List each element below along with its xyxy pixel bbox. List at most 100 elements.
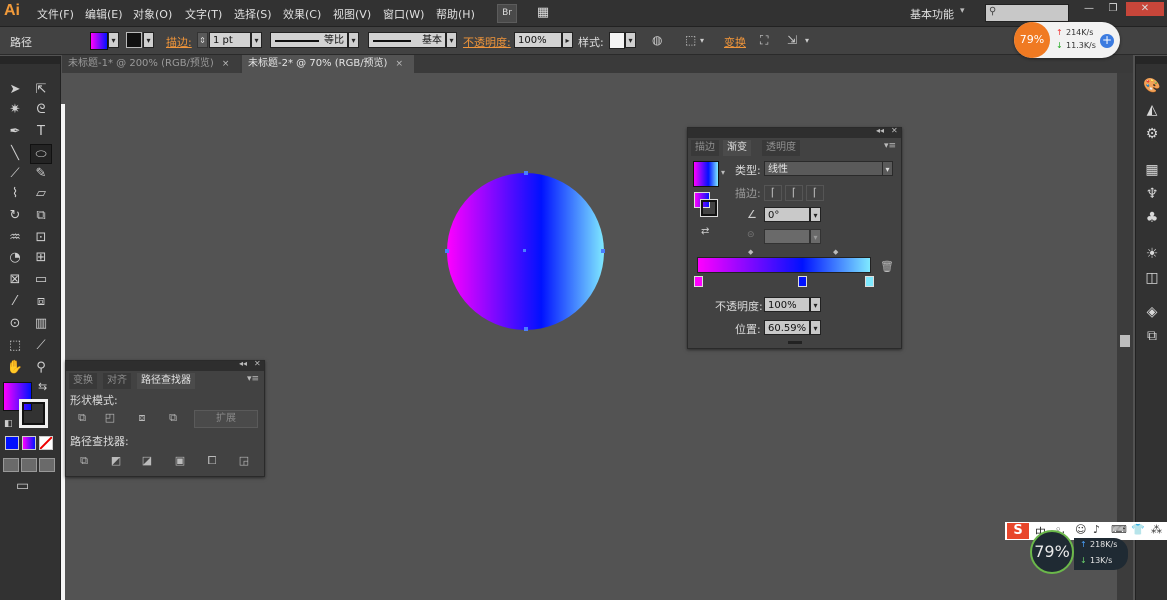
exclude-icon[interactable]: ⧉	[165, 411, 181, 425]
style-dropdown[interactable]: ▾	[625, 32, 636, 48]
perspective-grid-tool-icon[interactable]: ⊞	[30, 248, 52, 268]
stroke-mini-swatch[interactable]	[700, 199, 718, 217]
collapse-icon[interactable]: ◂◂	[876, 126, 884, 135]
rotate-tool-icon[interactable]: ↻	[4, 206, 26, 226]
stop-opacity-dropdown[interactable]: ▾	[810, 297, 821, 312]
close-button[interactable]: ✕	[1126, 2, 1164, 16]
search-input[interactable]: ⚲	[985, 4, 1069, 22]
direct-selection-tool-icon[interactable]: ⇱	[30, 80, 52, 100]
center-point[interactable]	[523, 249, 526, 252]
divide-icon[interactable]: ⧉	[76, 454, 92, 468]
ellipse-tool-icon[interactable]: ⬭	[30, 144, 52, 164]
menu-type[interactable]: 文字(T)	[185, 6, 222, 22]
scale-tool-icon[interactable]: ⧉	[30, 206, 52, 226]
restore-button[interactable]: ❐	[1102, 2, 1124, 16]
screen-mode-icon[interactable]: ▭	[16, 478, 29, 494]
stroke-weight-field[interactable]: 1 pt	[209, 32, 251, 48]
stroke-gradient-across-icon[interactable]: ⌈	[806, 185, 824, 201]
bridge-button[interactable]: Br	[497, 4, 517, 23]
symbol-sprayer-tool-icon[interactable]: ⊙	[4, 314, 26, 334]
hand-tool-icon[interactable]: ✋	[4, 358, 26, 378]
stroke-label[interactable]: 描边:	[166, 34, 192, 50]
menu-window[interactable]: 窗口(W)	[383, 6, 424, 22]
network-speed-widget[interactable]: 79% ↑ 214K/s ↓ 11.3K/s +	[1014, 22, 1120, 58]
tab-document-1[interactable]: 未标题-1* @ 200% (RGB/预览) ×	[62, 55, 240, 73]
eyedropper-tool-icon[interactable]: ⁄	[4, 292, 26, 312]
panel-header[interactable]: ◂◂ ✕	[66, 359, 264, 371]
brush-dropdown[interactable]: ▾	[446, 32, 457, 48]
reverse-gradient-icon[interactable]: ⇄	[701, 226, 709, 237]
tab-align[interactable]: 对齐	[103, 373, 131, 389]
unite-icon[interactable]: ⧉	[74, 411, 90, 425]
type-dropdown[interactable]: ▾	[882, 161, 893, 176]
menu-file[interactable]: 文件(F)	[37, 6, 74, 22]
close-icon[interactable]: ×	[222, 59, 230, 69]
column-graph-tool-icon[interactable]: ▥	[30, 314, 52, 334]
midpoint-diamond-icon[interactable]: ◆	[748, 248, 753, 256]
angle-dropdown[interactable]: ▾	[810, 207, 821, 222]
skin-icon[interactable]: 👕	[1131, 523, 1145, 536]
type-tool-icon[interactable]: T	[30, 122, 52, 142]
graphic-style-swatch[interactable]	[609, 32, 625, 49]
line-tool-icon[interactable]: ╲	[4, 144, 26, 164]
fill-swatch[interactable]	[90, 32, 108, 50]
panel-resize-grip[interactable]	[788, 341, 802, 344]
free-transform-tool-icon[interactable]: ⊡	[30, 228, 52, 248]
minus-back-icon[interactable]: ◲	[236, 454, 252, 468]
zoom-tool-icon[interactable]: ⚲	[30, 358, 52, 378]
stroke-weight-dropdown[interactable]: ▾	[251, 32, 262, 48]
midpoint-diamond-icon[interactable]: ◆	[833, 248, 838, 256]
menu-help[interactable]: 帮助(H)	[436, 6, 475, 22]
color-panel-icon[interactable]: 🎨	[1141, 76, 1163, 96]
minimize-button[interactable]: —	[1078, 2, 1100, 16]
opacity-field[interactable]: 100%	[514, 32, 562, 48]
gradient-mode-button[interactable]	[22, 436, 36, 450]
arrange-documents-button[interactable]: ▦	[531, 4, 555, 21]
scroll-thumb[interactable]	[1120, 335, 1130, 347]
mesh-tool-icon[interactable]: ⊠	[4, 270, 26, 290]
blob-brush-tool-icon[interactable]: ⌇	[4, 184, 26, 204]
network-speed-widget-bottom[interactable]: 79% ↑ 218K/s ↓ 13K/s	[1030, 530, 1130, 576]
brushes-panel-icon[interactable]: ♆	[1141, 184, 1163, 204]
intersect-icon[interactable]: ⧈	[134, 411, 150, 425]
close-icon[interactable]: ×	[395, 59, 403, 69]
panel-grip[interactable]	[0, 56, 60, 64]
recolor-artwork-icon[interactable]: ◍	[652, 33, 662, 47]
anchor-point[interactable]	[524, 171, 528, 175]
crop-icon[interactable]: ▣	[172, 454, 188, 468]
paintbrush-tool-icon[interactable]: ⟋	[4, 164, 26, 184]
chevron-down-icon[interactable]: ▾	[960, 6, 965, 16]
stroke-color-box[interactable]	[19, 399, 48, 428]
variable-width-profile[interactable]: 等比	[270, 32, 348, 48]
artboards-panel-icon[interactable]: ⧉	[1141, 326, 1163, 346]
tab-stroke[interactable]: 描边	[691, 140, 719, 156]
draw-behind-icon[interactable]	[21, 458, 37, 472]
color-mode-button[interactable]	[5, 436, 19, 450]
pen-tool-icon[interactable]: ✒	[4, 122, 26, 142]
symbols-panel-icon[interactable]: ♣	[1141, 208, 1163, 228]
close-icon[interactable]: ✕	[254, 359, 261, 368]
brush-definition[interactable]: 基本	[368, 32, 446, 48]
anchor-point[interactable]	[601, 249, 605, 253]
pencil-tool-icon[interactable]: ✎	[30, 164, 52, 184]
gradient-swatch[interactable]	[693, 161, 719, 187]
add-icon[interactable]: +	[1100, 34, 1114, 48]
chevron-down-icon[interactable]: ▾	[700, 36, 704, 45]
tab-transparency[interactable]: 透明度	[762, 140, 800, 156]
panel-menu-icon[interactable]: ▾≡	[884, 141, 896, 151]
envelope-icon[interactable]: ⇲	[787, 33, 797, 47]
layers-panel-icon[interactable]: ◈	[1141, 302, 1163, 322]
chevron-down-icon[interactable]: ▾	[721, 168, 725, 177]
aspect-ratio-field[interactable]	[764, 229, 810, 244]
magic-wand-tool-icon[interactable]: ✷	[4, 100, 26, 120]
tab-pathfinder[interactable]: 路径查找器	[137, 373, 195, 389]
isolate-icon[interactable]: ⛶	[760, 33, 768, 48]
swatches-panel-icon[interactable]: ▦	[1141, 160, 1163, 180]
swap-colors-icon[interactable]: ⇆	[38, 380, 47, 393]
location-field[interactable]: 60.59%	[764, 320, 810, 335]
align-options-icon[interactable]: ⬚	[685, 33, 696, 47]
stroke-weight-stepper[interactable]: ⇕	[197, 32, 208, 48]
selection-tool-icon[interactable]: ➤	[4, 80, 26, 100]
stroke-gradient-along-icon[interactable]: ⌈	[785, 185, 803, 201]
stop-opacity-field[interactable]: 100%	[764, 297, 810, 312]
